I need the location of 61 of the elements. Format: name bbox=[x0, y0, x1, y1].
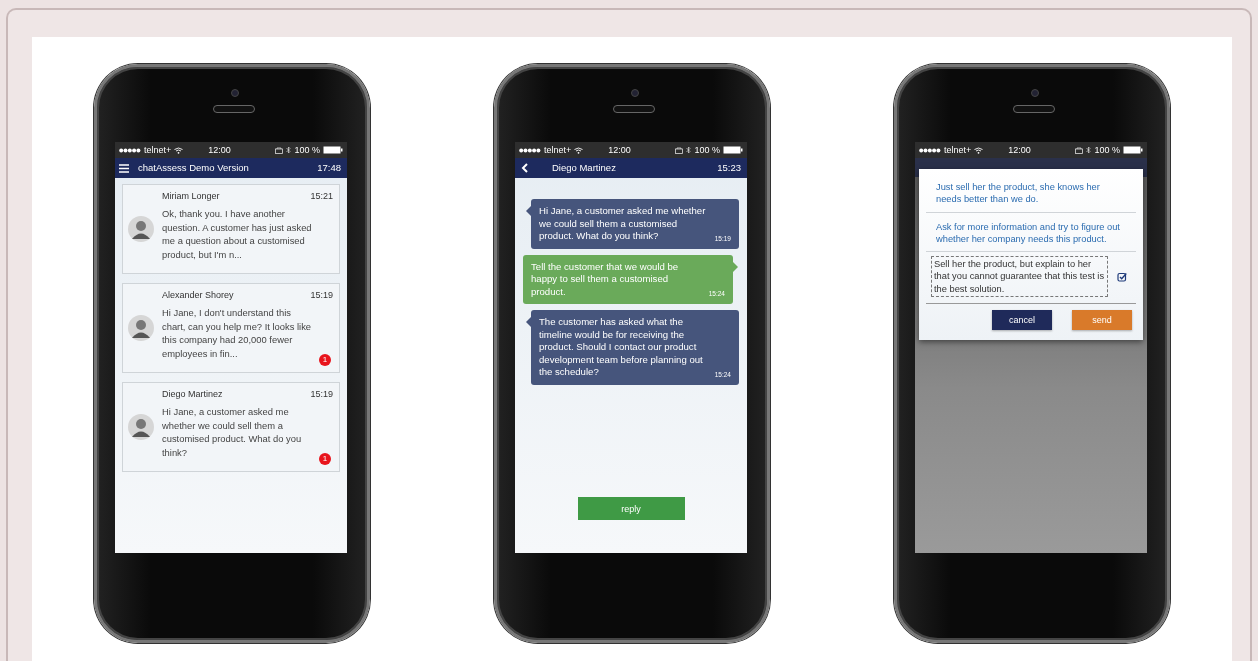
message-preview: Hi Jane, a customer asked me whether we could sell them a customised product. What do you think? bbox=[162, 405, 303, 459]
menu-icon[interactable] bbox=[118, 162, 130, 174]
unread-badge: 1 bbox=[319, 453, 331, 465]
avatar-icon bbox=[128, 414, 154, 440]
speaker-icon bbox=[1013, 105, 1055, 113]
bubble-tail bbox=[526, 317, 531, 327]
contact-name: Diego Martinez bbox=[162, 389, 223, 399]
bubble-tail bbox=[526, 206, 531, 216]
wifi-icon bbox=[574, 146, 584, 154]
status-time: 12:00 bbox=[1008, 145, 1031, 155]
message-time: 15:19 bbox=[310, 389, 333, 399]
status-time: 12:00 bbox=[608, 145, 631, 155]
lock-icon bbox=[675, 146, 684, 154]
message-time: 15:19 bbox=[310, 290, 333, 300]
speaker-icon bbox=[613, 105, 655, 113]
status-time: 12:00 bbox=[208, 145, 231, 155]
conversation-card[interactable]: Miriam Longer 15:21 Ok, thank you. I have another question. A customer has just asked me a question about a customised product, but I'm n... bbox=[122, 184, 340, 274]
header-time: 17:48 bbox=[317, 162, 341, 174]
message-preview: Ok, thank you. I have another question. A customer has just asked me a question about a customised product, but I'm n... bbox=[162, 207, 313, 261]
carrier-name: telnet+ bbox=[144, 145, 172, 155]
back-icon[interactable] bbox=[521, 163, 529, 173]
carrier-name: telnet+ bbox=[544, 145, 572, 155]
reply-button[interactable]: reply bbox=[577, 497, 685, 520]
conversation-card[interactable]: Alexander Shorey 15:19 Hi Jane, I don't understand this chart, can you help me? It looks like this company had 20,000 fewer employees in fin... 1 bbox=[122, 283, 340, 373]
speaker-icon bbox=[213, 105, 255, 113]
unread-badge: 1 bbox=[319, 354, 331, 366]
message-preview: Hi Jane, I don't understand this chart, can you help me? It looks like this company had 20,000 fewer employees in fin... bbox=[162, 306, 313, 360]
wifi-icon bbox=[974, 146, 984, 154]
contact-name: Diego Martinez bbox=[552, 162, 616, 174]
bluetooth-icon bbox=[1086, 146, 1092, 154]
app-title: chatAssess Demo Version bbox=[138, 162, 249, 174]
avatar-icon bbox=[128, 315, 154, 341]
contact-name: Alexander Shorey bbox=[162, 290, 234, 300]
camera-icon bbox=[631, 89, 639, 97]
check-icon bbox=[1117, 271, 1127, 282]
camera-icon bbox=[1031, 89, 1039, 97]
bluetooth-icon bbox=[286, 146, 292, 154]
cancel-button[interactable]: cancel bbox=[992, 310, 1052, 331]
signal-icon bbox=[119, 147, 141, 153]
signal-icon bbox=[919, 147, 941, 153]
wifi-icon bbox=[174, 146, 184, 154]
carrier-name: telnet+ bbox=[944, 145, 972, 155]
battery-icon bbox=[1123, 146, 1143, 154]
avatar-icon bbox=[128, 216, 154, 242]
battery-percent: 100 % bbox=[294, 145, 320, 155]
lock-icon bbox=[275, 146, 284, 154]
battery-icon bbox=[723, 146, 743, 154]
battery-percent: 100 % bbox=[1094, 145, 1120, 155]
bubble-tail bbox=[733, 261, 738, 272]
camera-icon bbox=[231, 89, 239, 97]
conversation-card[interactable]: Diego Martinez 15:19 Hi Jane, a customer asked me whether we could sell them a customised product. What do you think? 1 bbox=[122, 382, 340, 472]
answer-option[interactable]: Ask for more information and try to figure out whether her company needs this product. bbox=[926, 216, 1136, 253]
bluetooth-icon bbox=[686, 146, 692, 154]
answer-option[interactable]: Just sell her the product, she knows her needs better than we do. bbox=[926, 177, 1136, 213]
message-time: 15:21 bbox=[310, 191, 333, 201]
battery-percent: 100 % bbox=[694, 145, 720, 155]
header-time: 15:23 bbox=[717, 162, 741, 174]
contact-name: Miriam Longer bbox=[162, 191, 220, 201]
lock-icon bbox=[1075, 146, 1084, 154]
signal-icon bbox=[519, 147, 541, 153]
battery-icon bbox=[323, 146, 343, 154]
